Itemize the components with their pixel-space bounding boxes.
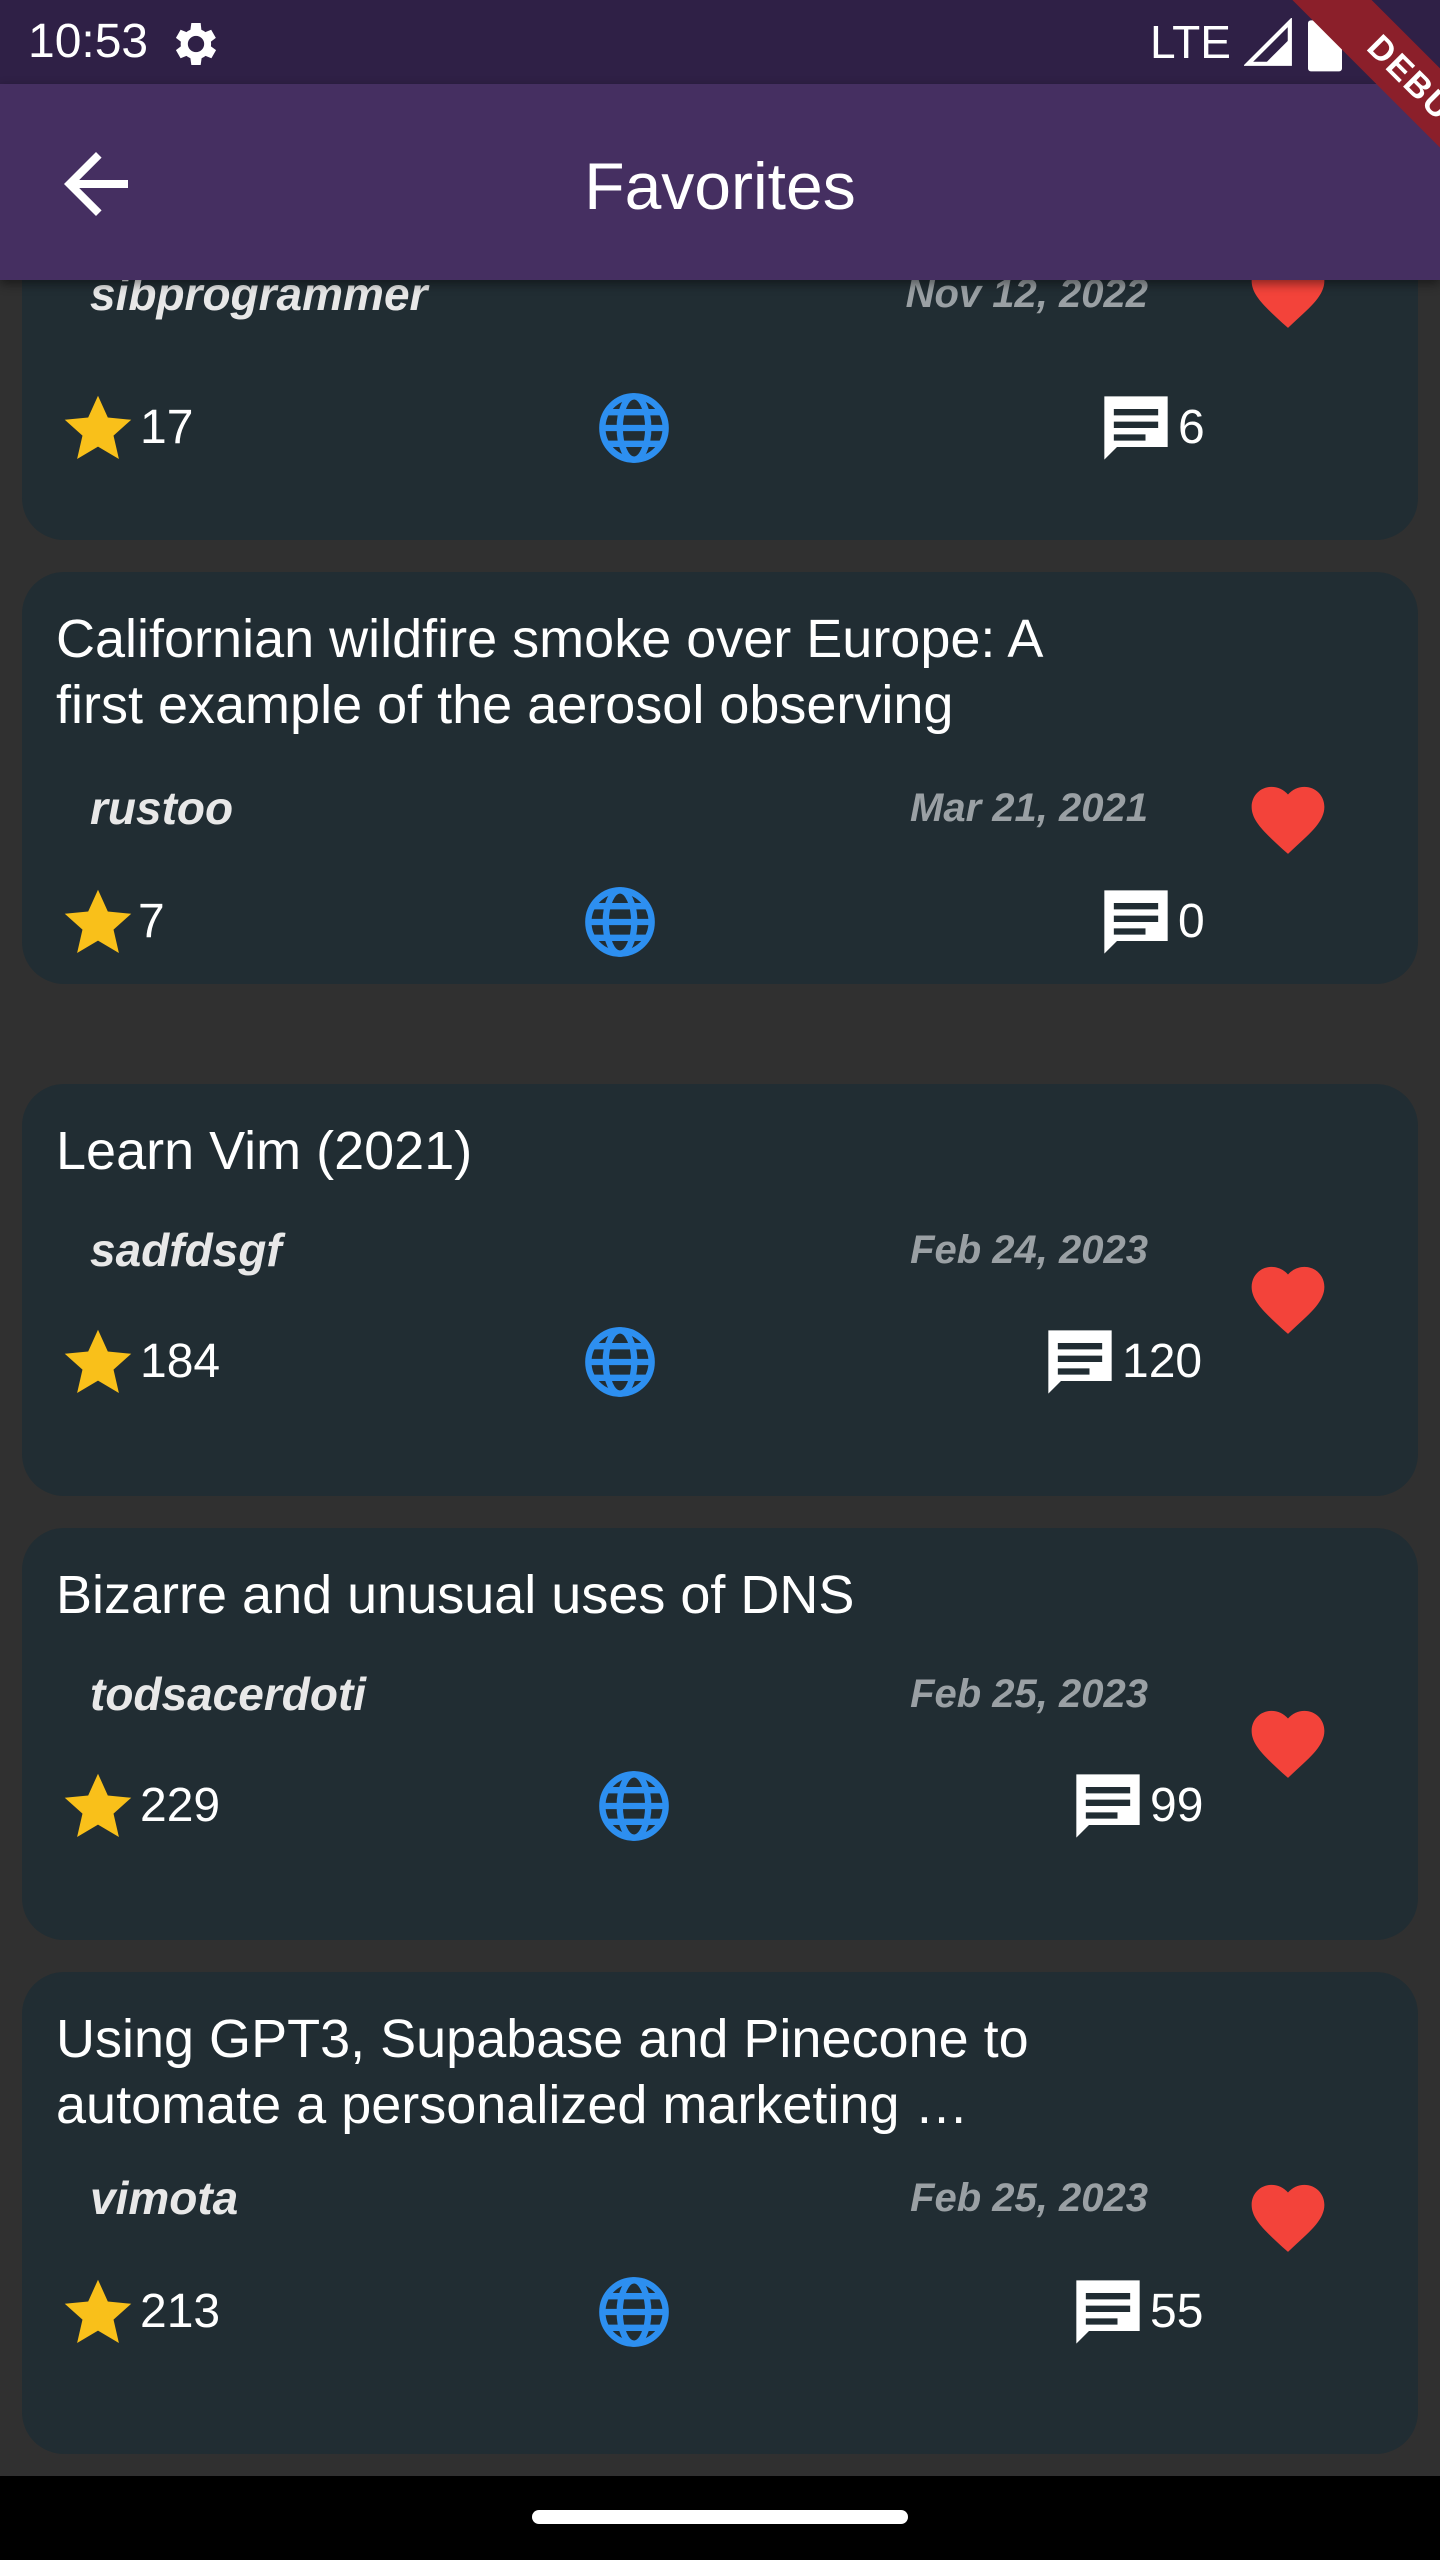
- card-author[interactable]: rustoo: [90, 778, 233, 838]
- stars-count: 184: [140, 1335, 221, 1388]
- star-icon: [64, 889, 132, 954]
- comment-icon[interactable]: [1070, 1768, 1146, 1844]
- card-author[interactable]: vimota: [90, 2168, 238, 2228]
- comment-icon[interactable]: [1098, 884, 1174, 960]
- comment-icon[interactable]: [1098, 390, 1174, 466]
- stars-count: 229: [140, 1779, 221, 1832]
- card-date: Mar 21, 2021: [910, 786, 1148, 830]
- favorite-card[interactable]: Bizarre and unusual uses of DNS todsacer…: [22, 1528, 1418, 1940]
- signal-icon: [1244, 18, 1292, 66]
- page-title: Favorites: [584, 149, 856, 223]
- favorite-card[interactable]: Using GPT3, Supabase and Pinecone to aut…: [22, 1972, 1418, 2454]
- card-date: Feb 25, 2023: [910, 1672, 1148, 1716]
- home-gesture-handle[interactable]: [532, 2510, 908, 2524]
- globe-icon[interactable]: [582, 1324, 658, 1400]
- globe-icon[interactable]: [596, 1768, 672, 1844]
- favorite-card[interactable]: Californian wildfire smoke over Europe: …: [22, 572, 1418, 984]
- card-title[interactable]: Bizarre and unusual uses of DNS: [56, 1562, 1116, 1628]
- status-bar: 10:53 LTE: [0, 0, 1440, 84]
- star-icon: [64, 395, 132, 460]
- comments-count: 99: [1150, 1779, 1204, 1832]
- comment-icon[interactable]: [1042, 1324, 1118, 1400]
- favorite-card[interactable]: sibprogrammer Nov 12, 2022 17 6: [22, 280, 1418, 540]
- card-date: Feb 24, 2023: [910, 1228, 1148, 1272]
- status-time: 10:53: [28, 15, 149, 68]
- globe-icon[interactable]: [596, 390, 672, 466]
- card-author[interactable]: sibprogrammer: [90, 280, 427, 324]
- comments-count: 0: [1178, 895, 1205, 948]
- app-bar: Favorites: [0, 84, 1440, 280]
- comments-count: 6: [1178, 401, 1205, 454]
- card-author[interactable]: sadfdsgf: [90, 1220, 282, 1280]
- favorite-card[interactable]: Learn Vim (2021) sadfdsgf Feb 24, 2023 1…: [22, 1084, 1418, 1496]
- heart-icon[interactable]: [1244, 1256, 1332, 1336]
- heart-icon[interactable]: [1244, 1700, 1332, 1780]
- star-icon: [64, 2279, 132, 2344]
- settings-gear-icon: [175, 23, 217, 65]
- star-icon: [64, 1329, 132, 1394]
- stars-count: 7: [138, 895, 165, 948]
- globe-icon[interactable]: [596, 2274, 672, 2350]
- comment-icon[interactable]: [1070, 2274, 1146, 2350]
- favorites-list[interactable]: sibprogrammer Nov 12, 2022 17 6 Californ…: [0, 280, 1440, 2476]
- heart-icon[interactable]: [1244, 2174, 1332, 2254]
- card-title[interactable]: Using GPT3, Supabase and Pinecone to aut…: [56, 2006, 1116, 2138]
- comments-count: 120: [1122, 1335, 1203, 1388]
- globe-icon[interactable]: [582, 884, 658, 960]
- comments-count: 55: [1150, 2285, 1204, 2338]
- card-title[interactable]: Californian wildfire smoke over Europe: …: [56, 606, 1116, 738]
- network-type: LTE: [1150, 16, 1231, 68]
- card-title[interactable]: Learn Vim (2021): [56, 1118, 1116, 1184]
- card-date: Feb 25, 2023: [910, 2176, 1148, 2220]
- system-navigation-bar: [0, 2476, 1440, 2560]
- star-icon: [64, 1773, 132, 1838]
- stars-count: 213: [140, 2285, 221, 2338]
- card-author[interactable]: todsacerdoti: [90, 1664, 366, 1724]
- heart-icon[interactable]: [1244, 280, 1332, 330]
- stars-count: 17: [140, 401, 194, 454]
- card-date: Nov 12, 2022: [905, 280, 1148, 316]
- heart-icon[interactable]: [1244, 776, 1332, 856]
